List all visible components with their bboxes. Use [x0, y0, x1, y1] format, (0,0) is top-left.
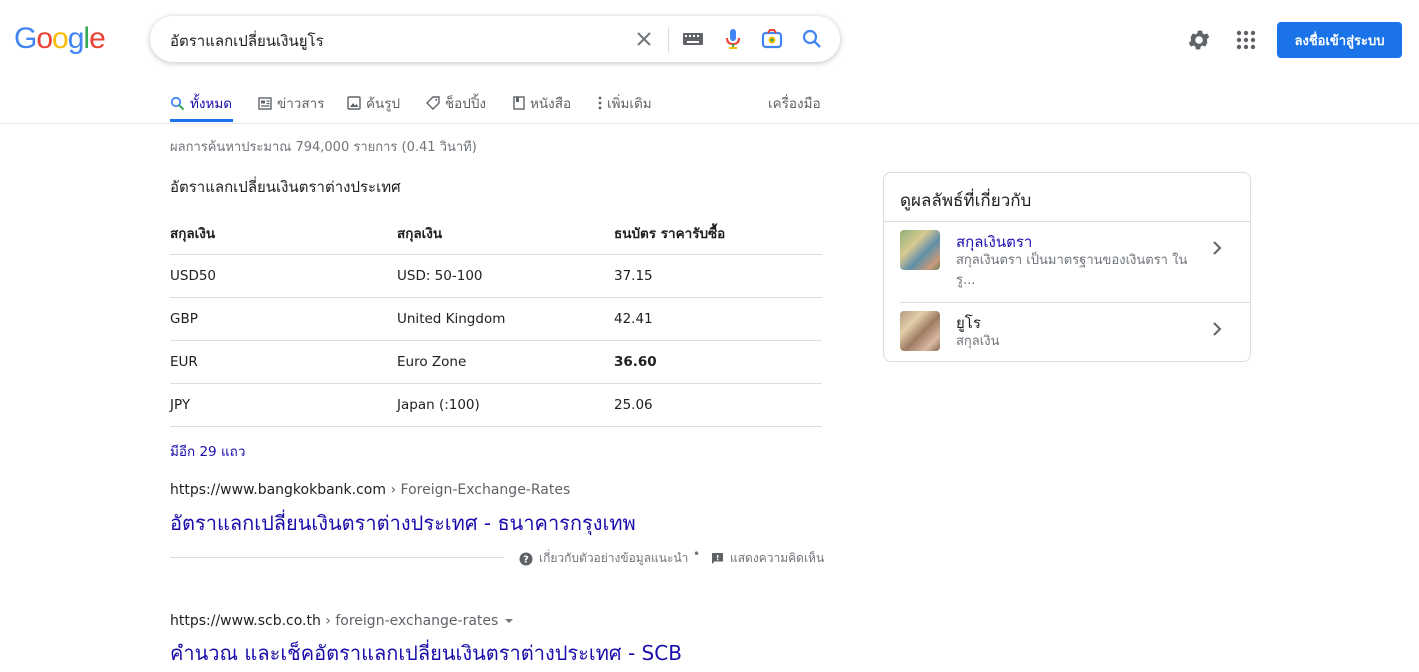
tab-shopping[interactable]: ช็อปปิ้ง [426, 92, 486, 114]
column-header: ธนบัตร ราคารับซื้อ [614, 212, 822, 255]
settings-gear-icon[interactable] [1186, 27, 1212, 53]
result-stats: ผลการค้นหาประมาณ 794,000 รายการ (0.41 วิ… [170, 140, 477, 155]
chevron-right-icon [1213, 241, 1222, 255]
table-cell: Euro Zone [397, 340, 614, 384]
chevron-right-icon [1213, 322, 1222, 336]
tab-label: ทั้งหมด [190, 96, 233, 112]
tag-icon [426, 96, 440, 110]
tab-images[interactable]: ค้นรูป [347, 92, 400, 114]
tab-label: ค้นรูป [366, 96, 401, 112]
table-header-row: สกุลเงิน สกุลเงิน ธนบัตร ราคารับซื้อ [170, 212, 822, 255]
divider [170, 557, 504, 558]
tab-label: ช็อปปิ้ง [445, 96, 487, 112]
panel-title: ดูผลลัพธ์ที่เกี่ยวกับ [900, 191, 1032, 211]
table-cell-highlighted: 36.60 [614, 340, 822, 384]
tab-label: เพิ่มเติม [607, 96, 652, 112]
dropdown-arrow-icon[interactable] [504, 618, 514, 624]
svg-text:?: ? [523, 554, 529, 565]
column-header: สกุลเงิน [397, 212, 614, 255]
tab-books[interactable]: หนังสือ [513, 92, 571, 114]
logo-letter: g [67, 22, 85, 55]
table-cell: 42.41 [614, 297, 822, 341]
table-cell: USD50 [170, 254, 397, 298]
image-icon [347, 96, 361, 110]
result-2-url[interactable]: https://www.scb.co.th › foreign-exchange… [170, 613, 514, 629]
apps-grid-icon[interactable] [1233, 27, 1259, 53]
table-cell: Japan (:100) [397, 383, 614, 427]
result-1-url[interactable]: https://www.bangkokbank.com › Foreign-Ex… [170, 482, 570, 498]
microphone-icon[interactable] [721, 27, 745, 51]
search-box[interactable]: อัตราแลกเปลี่ยนเงินยูโร [150, 16, 840, 62]
related-panel: ดูผลลัพธ์ที่เกี่ยวกับ สกุลเงินตรา สกุลเง… [883, 172, 1251, 362]
result-domain: https://www.bangkokbank.com [170, 482, 387, 498]
table-cell: GBP [170, 297, 397, 341]
table-row: GBP United Kingdom 42.41 [170, 297, 822, 341]
divider [884, 221, 1250, 222]
tab-more[interactable]: เพิ่มเติม [598, 92, 652, 114]
tab-news[interactable]: ข่าวสาร [258, 92, 324, 114]
snippet-title: อัตราแลกเปลี่ยนเงินตราต่างประเทศ [170, 178, 401, 196]
keyboard-icon[interactable] [681, 27, 705, 51]
tab-label: หนังสือ [530, 96, 572, 112]
table-cell: United Kingdom [397, 297, 614, 341]
feedback-label: แสดงความคิดเห็น [730, 551, 825, 565]
search-tabs: ทั้งหมด ข่าวสาร ค้นรูป ช็อปปิ้ง หนังสือ … [0, 84, 1419, 124]
logo-letter: o [36, 22, 53, 55]
book-icon [513, 96, 525, 110]
exchange-rate-table: สกุลเงิน สกุลเงิน ธนบัตร ราคารับซื้อ USD… [170, 212, 822, 427]
related-item-euro[interactable]: ยูโร สกุลเงิน [900, 311, 1234, 353]
logo-letter: G [14, 22, 37, 55]
news-icon [258, 96, 272, 110]
divider [900, 302, 1250, 303]
camera-lens-icon[interactable] [760, 27, 784, 51]
logo-letter: e [89, 22, 106, 55]
tools-label: เครื่องมือ [768, 96, 821, 112]
feedback-icon [712, 553, 723, 564]
result-domain: https://www.scb.co.th [170, 613, 321, 629]
related-item-currency[interactable]: สกุลเงินตรา สกุลเงินตรา เป็นมาตรฐานของเง… [900, 230, 1234, 294]
table-cell: JPY [170, 383, 397, 427]
help-icon: ? [519, 552, 533, 565]
table-row: JPY Japan (:100) 25.06 [170, 383, 822, 427]
more-rows-link[interactable]: มีอีก 29 แถว [170, 440, 245, 462]
tools-button[interactable]: เครื่องมือ [768, 92, 821, 114]
search-input[interactable]: อัตราแลกเปลี่ยนเงินยูโร [170, 29, 324, 53]
table-row: EUR Euro Zone 36.60 [170, 340, 822, 384]
search-divider [668, 27, 669, 53]
related-item-desc: สกุลเงินตรา เป็นมาตรฐานของเงินตรา ใน รู.… [956, 253, 1188, 288]
table-row: USD50 USD: 50-100 37.15 [170, 254, 822, 298]
google-logo[interactable]: Google [14, 22, 106, 56]
search-icon [170, 96, 185, 110]
result-path: › foreign-exchange-rates [320, 613, 499, 629]
result-2-title-link[interactable]: คำนวณ และเช็คอัตราแลกเปลี่ยนเงินตราต่างป… [170, 637, 682, 669]
active-tab-indicator [170, 119, 233, 122]
separator-dot: • [693, 547, 701, 561]
about-snippet-link[interactable]: ? เกี่ยวกับตัวอย่างข้อมูลแนะนำ [519, 549, 688, 568]
search-icon[interactable] [800, 27, 824, 51]
column-header: สกุลเงิน [170, 212, 397, 255]
logo-letter: o [52, 22, 69, 55]
euro-thumbnail [900, 311, 940, 351]
related-item-desc: สกุลเงิน [956, 334, 1000, 349]
table-cell: USD: 50-100 [397, 254, 614, 298]
clear-icon[interactable] [632, 27, 656, 51]
result-1-title-link[interactable]: อัตราแลกเปลี่ยนเงินตราต่างประเทศ - ธนาคา… [170, 507, 636, 539]
table-cell: 37.15 [614, 254, 822, 298]
feedback-link[interactable]: แสดงความคิดเห็น [711, 549, 824, 568]
banknote-thumbnail [900, 230, 940, 270]
about-label: เกี่ยวกับตัวอย่างข้อมูลแนะนำ [539, 551, 689, 565]
more-vert-icon [598, 96, 602, 110]
tab-all[interactable]: ทั้งหมด [170, 92, 232, 114]
table-cell: 25.06 [614, 383, 822, 427]
tab-label: ข่าวสาร [277, 96, 325, 112]
table-cell: EUR [170, 340, 397, 384]
result-path: › Foreign-Exchange-Rates [386, 482, 571, 498]
sign-in-button[interactable]: ลงชื่อเข้าสู่ระบบ [1277, 22, 1402, 58]
